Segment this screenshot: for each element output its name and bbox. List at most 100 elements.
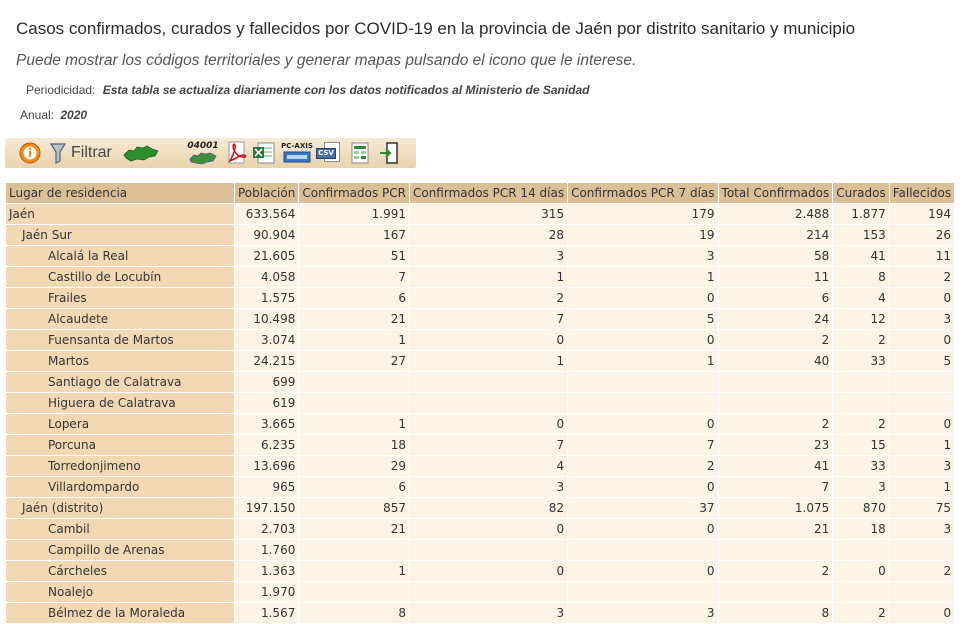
spreadsheet-icon[interactable]	[348, 141, 372, 165]
cell-total-confirmed: 214	[717, 224, 834, 246]
column-header-place[interactable]: Lugar de residencia	[5, 182, 235, 204]
cell-deceased: 2	[888, 560, 956, 582]
cell-population: 1.363	[233, 560, 300, 582]
cell-place[interactable]: Torredonjimeno	[5, 455, 235, 477]
cell-cured: 18	[832, 518, 890, 540]
csv-icon[interactable]: CSV	[315, 141, 343, 165]
cell-place[interactable]: Castillo de Locubín	[5, 266, 235, 288]
cell-confirmed-7d	[567, 371, 719, 393]
cell-deceased: 194	[888, 203, 956, 225]
cell-confirmed-7d: 1	[567, 266, 719, 288]
cell-confirmed-7d: 0	[567, 476, 719, 498]
cell-confirmed-7d	[567, 539, 719, 561]
cell-place[interactable]: Villardompardo	[5, 476, 235, 498]
pdf-icon[interactable]	[225, 141, 249, 165]
table-row: Jaén 633.564 1.991 315 179 2.488 1.877 194	[5, 203, 956, 225]
cell-confirmed-7d: 19	[567, 224, 719, 246]
table-row: Alcalá la Real 21.605 51 3 3 58 41 11	[5, 245, 956, 267]
cell-total-confirmed: 2	[717, 413, 834, 435]
cell-confirmed-pcr: 27	[298, 350, 410, 372]
cell-place[interactable]: Martos	[5, 350, 235, 372]
table-row: Lopera 3.665 1 0 0 2 2 0	[5, 413, 956, 435]
column-header-population[interactable]: Población	[233, 182, 300, 204]
column-header-confirmed-pcr[interactable]: Confirmados PCR	[298, 182, 410, 204]
cell-place[interactable]: Jaén (distrito)	[5, 497, 235, 519]
cell-confirmed-14d: 0	[408, 329, 569, 351]
cell-total-confirmed	[717, 581, 834, 603]
cell-deceased	[888, 371, 956, 393]
table-header-row: Lugar de residencia Población Confirmado…	[5, 182, 956, 204]
cell-place[interactable]: Frailes	[5, 287, 235, 309]
cell-place[interactable]: Bélmez de la Moraleda	[5, 602, 235, 624]
cell-place[interactable]: Cambil	[5, 518, 235, 540]
cell-place[interactable]: Cárcheles	[5, 560, 235, 582]
cell-place[interactable]: Alcaudete	[5, 308, 235, 330]
column-header-deceased[interactable]: Fallecidos	[888, 182, 956, 204]
table-row: Castillo de Locubín 4.058 7 1 1 11 8 2	[5, 266, 956, 288]
cell-place[interactable]: Jaén Sur	[5, 224, 235, 246]
column-header-cured[interactable]: Curados	[832, 182, 890, 204]
table-row: Alcaudete 10.498 21 7 5 24 12 3	[5, 308, 956, 330]
cell-confirmed-pcr: 21	[298, 308, 410, 330]
table-row: Villardompardo 965 6 3 0 7 3 1	[5, 476, 956, 498]
cell-confirmed-pcr: 1.991	[298, 203, 410, 225]
cell-confirmed-14d: 2	[408, 287, 569, 309]
cell-total-confirmed	[717, 371, 834, 393]
cell-population: 1.760	[233, 539, 300, 561]
cell-cured: 33	[832, 455, 890, 477]
excel-icon[interactable]	[251, 141, 277, 165]
cell-place[interactable]: Campillo de Arenas	[5, 539, 235, 561]
cell-total-confirmed: 58	[717, 245, 834, 267]
toolbar: Filtrar 04001 PC-AXIS CSV	[5, 138, 416, 168]
cell-place[interactable]: Lopera	[5, 413, 235, 435]
column-header-confirmed-14d[interactable]: Confirmados PCR 14 días	[408, 182, 569, 204]
cell-confirmed-pcr	[298, 539, 410, 561]
cell-confirmed-14d: 0	[408, 413, 569, 435]
cell-total-confirmed: 11	[717, 266, 834, 288]
cell-total-confirmed: 2	[717, 560, 834, 582]
column-header-total-confirmed[interactable]: Total Confirmados	[717, 182, 834, 204]
cell-population: 197.150	[233, 497, 300, 519]
cell-confirmed-14d: 7	[408, 434, 569, 456]
cell-confirmed-14d: 315	[408, 203, 569, 225]
column-header-confirmed-7d[interactable]: Confirmados PCR 7 días	[567, 182, 719, 204]
exit-icon[interactable]	[377, 141, 401, 165]
cell-confirmed-pcr	[298, 581, 410, 603]
cell-place[interactable]: Santiago de Calatrava	[5, 371, 235, 393]
pcaxis-label: PC-AXIS	[281, 142, 313, 150]
cell-place[interactable]: Jaén	[5, 203, 235, 225]
table-row: Jaén Sur 90.904 167 28 19 214 153 26	[5, 224, 956, 246]
cell-place[interactable]: Fuensanta de Martos	[5, 329, 235, 351]
cell-place[interactable]: Higuera de Calatrava	[5, 392, 235, 414]
cell-deceased	[888, 539, 956, 561]
filter-button[interactable]: Filtrar	[49, 141, 121, 165]
csv-label: CSV	[316, 148, 336, 159]
cell-population: 3.665	[233, 413, 300, 435]
cell-place[interactable]: Porcuna	[5, 434, 235, 456]
cell-deceased: 0	[888, 329, 956, 351]
cell-place[interactable]: Noalejo	[5, 581, 235, 603]
cell-population: 4.058	[233, 266, 300, 288]
cell-confirmed-7d: 7	[567, 434, 719, 456]
cell-confirmed-pcr: 1	[298, 329, 410, 351]
cell-confirmed-14d: 1	[408, 350, 569, 372]
table-row: Cárcheles 1.363 1 0 0 2 0 2	[5, 560, 956, 582]
cell-confirmed-14d: 3	[408, 602, 569, 624]
cell-total-confirmed: 40	[717, 350, 834, 372]
cell-population: 633.564	[233, 203, 300, 225]
info-icon[interactable]	[18, 141, 42, 165]
map-icon[interactable]	[122, 141, 160, 165]
cell-place[interactable]: Alcalá la Real	[5, 245, 235, 267]
cell-cured	[832, 392, 890, 414]
cell-cured: 41	[832, 245, 890, 267]
cell-deceased: 11	[888, 245, 956, 267]
codes-map-icon[interactable]: 04001	[185, 141, 221, 165]
cell-deceased: 0	[888, 602, 956, 624]
cell-population: 3.074	[233, 329, 300, 351]
cell-cured: 0	[832, 560, 890, 582]
pcaxis-icon[interactable]: PC-AXIS	[281, 141, 313, 165]
cell-cured: 870	[832, 497, 890, 519]
codes-label: 04001	[187, 140, 219, 151]
cell-confirmed-7d: 0	[567, 413, 719, 435]
cell-confirmed-pcr: 29	[298, 455, 410, 477]
